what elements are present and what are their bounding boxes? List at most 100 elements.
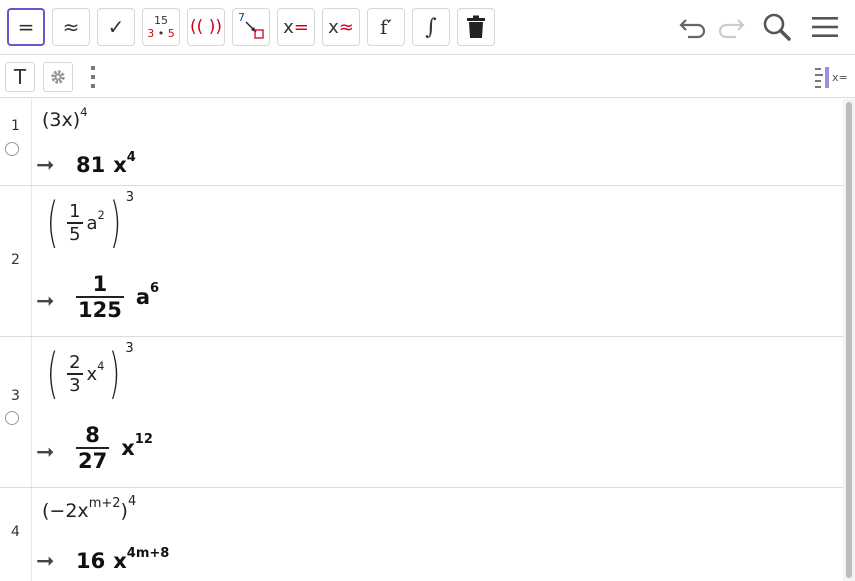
more-vertical-icon	[91, 66, 95, 88]
cas-input[interactable]: ( 2 3 x4 ) 3	[42, 341, 134, 405]
algebra-description-toggle[interactable]: x=	[814, 65, 850, 89]
scrollbar-thumb[interactable]	[846, 102, 852, 578]
cas-output: 81 x4	[76, 150, 136, 178]
output-numerator: 1	[92, 272, 108, 296]
cas-output: 8 27 x 12	[76, 423, 153, 473]
cas-output: 1 125 a6	[76, 272, 159, 322]
cas-input[interactable]: ( −2x m+2 ) 4	[42, 494, 136, 523]
numeric-label: ≈	[62, 15, 80, 39]
substitute-button[interactable]: 7	[232, 8, 270, 46]
redo-button[interactable]	[714, 10, 748, 44]
input-close-paren: )	[120, 500, 128, 522]
input-base: (3x)	[42, 109, 81, 131]
keep-input-label: ✓	[107, 15, 125, 39]
factor-number: 15	[154, 14, 168, 27]
text-style-label: T	[13, 65, 27, 89]
cas-row[interactable]: 1 (3x) 4 ➞ 81 x4	[0, 99, 843, 186]
search-icon	[763, 13, 791, 41]
nsolve-button[interactable]: x ≈	[322, 8, 360, 46]
cas-toolbar: = ≈ ✓ 15 3 • 5 (( )) 7 x = x ≈ f′ ∫	[0, 0, 855, 55]
input-fraction: 1 5	[67, 201, 83, 245]
output-arrow: ➞	[36, 153, 55, 178]
output-arrow: ➞	[36, 440, 55, 465]
list-align-icon	[815, 67, 829, 88]
output-variable: x	[121, 435, 135, 460]
input-exponent: 3	[125, 340, 134, 356]
row-gutter	[0, 99, 32, 185]
output-variable: a	[135, 284, 151, 309]
redo-icon	[718, 19, 745, 39]
input-open-paren: (	[42, 500, 50, 522]
style-bar: T x=	[0, 56, 855, 98]
nsolve-x: x	[328, 16, 339, 38]
visibility-toggle[interactable]	[5, 142, 19, 156]
output-denominator: 125	[78, 297, 122, 322]
output-variable: x	[113, 153, 127, 177]
output-denominator: 27	[78, 448, 108, 473]
input-variable-exponent: 4	[97, 359, 105, 373]
input-variable: x	[86, 363, 98, 385]
gear-icon	[51, 70, 65, 84]
derivative-label: f′	[380, 15, 392, 39]
derivative-button[interactable]: f′	[367, 8, 405, 46]
cas-row[interactable]: 3 ( 2 3 x4 ) 3 ➞ 8 27 x 12	[0, 337, 843, 488]
left-paren: (	[46, 191, 59, 254]
menu-icon	[812, 17, 838, 37]
output-arrow: ➞	[36, 289, 55, 314]
main-menu-button[interactable]	[808, 10, 842, 44]
output-fraction: 1 125	[76, 272, 124, 322]
integral-button[interactable]: ∫	[412, 8, 450, 46]
integral-label: ∫	[425, 14, 437, 40]
expand-button[interactable]: (( ))	[187, 8, 225, 46]
solve-eq: =	[293, 16, 309, 38]
factor-dot: •	[157, 27, 165, 40]
cas-row[interactable]: 4 ( −2x m+2 ) 4 ➞ 16 x 4m+8	[0, 488, 843, 581]
input-exponent: 3	[125, 189, 135, 205]
numeric-button[interactable]: ≈	[52, 8, 90, 46]
visibility-toggle[interactable]	[5, 411, 19, 425]
factor-button[interactable]: 15 3 • 5	[142, 8, 180, 46]
delete-button[interactable]	[457, 8, 495, 46]
output-variable: x	[113, 549, 127, 573]
left-paren: (	[46, 342, 59, 405]
output-coefficient: 16	[76, 549, 106, 573]
settings-button[interactable]	[43, 62, 73, 92]
output-fraction: 8 27	[76, 423, 110, 473]
right-paren: )	[109, 191, 122, 254]
solve-button[interactable]: x =	[277, 8, 315, 46]
row-number: 2	[11, 252, 20, 268]
output-exponent: 6	[150, 281, 160, 297]
more-options-button[interactable]	[88, 65, 98, 89]
algebra-toggle-label: x=	[832, 70, 848, 84]
input-numerator: 1	[69, 201, 81, 223]
row-number: 1	[11, 118, 20, 134]
input-exponent: 4	[80, 105, 88, 119]
trash-icon	[467, 15, 485, 38]
cas-output: 16 x 4m+8	[76, 545, 170, 574]
substitute-number: 7	[238, 11, 245, 24]
nsolve-eq: ≈	[338, 16, 354, 38]
undo-button[interactable]	[676, 10, 710, 44]
cas-row[interactable]: 2 ( 1 5 a2 ) 3 ➞ 1 125 a6	[0, 186, 843, 337]
search-button[interactable]	[760, 10, 794, 44]
output-exponent: 4m+8	[126, 545, 170, 561]
text-style-button[interactable]: T	[5, 62, 35, 92]
input-variable-exponent: 2	[97, 208, 105, 222]
output-arrow: ➞	[36, 549, 55, 574]
input-fraction: 2 3	[67, 352, 83, 396]
expand-label: (( ))	[190, 17, 222, 37]
cas-input[interactable]: ( 1 5 a2 ) 3	[42, 190, 134, 254]
right-paren: )	[109, 342, 121, 405]
input-exponent: 4	[127, 493, 137, 509]
evaluate-label: =	[17, 15, 35, 39]
row-number: 3	[11, 388, 20, 404]
input-denominator: 3	[69, 374, 81, 396]
factor-product: 3 • 5	[147, 27, 175, 40]
keep-input-button[interactable]: ✓	[97, 8, 135, 46]
factor-a: 3	[147, 27, 155, 40]
input-coefficient: −2x	[49, 500, 89, 522]
solve-x: x	[283, 16, 294, 38]
evaluate-button[interactable]: =	[7, 8, 45, 46]
factor-b: 5	[167, 27, 175, 40]
cas-input[interactable]: (3x) 4	[42, 105, 88, 131]
